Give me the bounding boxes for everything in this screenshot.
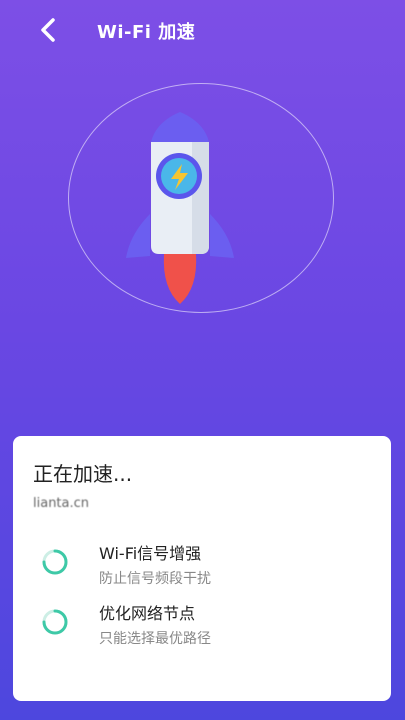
page-title: Wi-Fi 加速 bbox=[97, 22, 196, 43]
header-bar: Wi-Fi 加速 bbox=[0, 0, 405, 62]
rocket-flame bbox=[163, 254, 197, 304]
card-title: 正在加速... bbox=[33, 462, 133, 486]
task-item: 优化网络节点 只能选择最优路径 bbox=[13, 600, 391, 656]
back-arrow-icon[interactable] bbox=[34, 14, 66, 46]
task-name: 优化网络节点 bbox=[99, 604, 196, 623]
loading-spinner-icon bbox=[42, 609, 68, 635]
task-name: Wi-Fi信号增强 bbox=[99, 544, 202, 563]
rocket-fin-left bbox=[126, 214, 150, 258]
task-item: Wi-Fi信号增强 防止信号频段干扰 bbox=[13, 540, 391, 596]
acceleration-card: 正在加速... lianta.cn Wi-Fi信号增强 防止信号频段干扰 优化网… bbox=[13, 436, 391, 701]
task-description: 防止信号频段干扰 bbox=[99, 571, 211, 587]
loading-spinner-icon bbox=[42, 549, 68, 575]
watermark-url: lianta.cn bbox=[33, 496, 90, 511]
rocket-icon bbox=[126, 112, 234, 304]
task-description: 只能选择最优路径 bbox=[99, 631, 211, 647]
rocket-nose bbox=[151, 112, 209, 142]
rocket-fin-right bbox=[210, 214, 234, 258]
